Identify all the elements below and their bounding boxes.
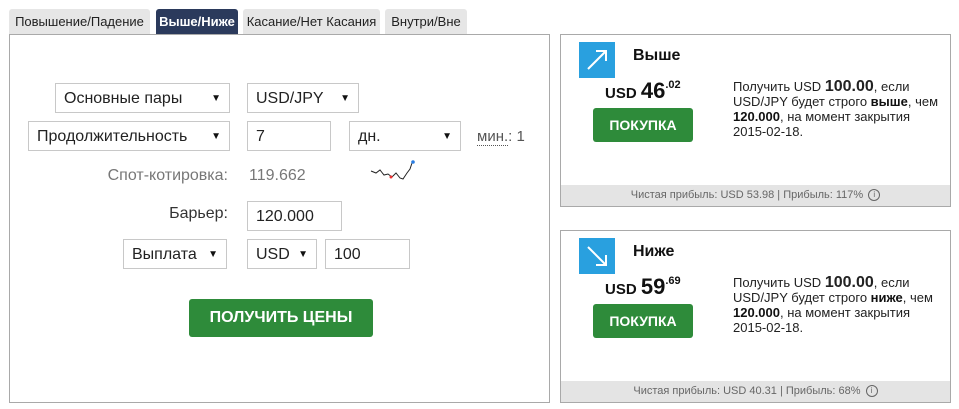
contract-card-higher: Выше USD 46.02 ПОКУПКА Получить USD 100.… — [560, 34, 951, 207]
chevron-down-icon: ▼ — [298, 249, 308, 260]
chevron-down-icon: ▼ — [340, 93, 350, 104]
min-value: 1 — [516, 128, 525, 145]
duration-type-value: Продолжительность — [37, 128, 188, 145]
contract-description: Получить USD 100.00, если USD/JPY будет … — [733, 78, 939, 140]
contract-card-lower: Ниже USD 59.69 ПОКУПКА Получить USD 100.… — [560, 230, 951, 403]
currency-select[interactable]: USD ▼ — [247, 239, 317, 269]
contract-price: USD 46.02 — [605, 78, 681, 104]
desc-text: Получить USD — [733, 79, 825, 94]
desc-direction: выше — [870, 94, 908, 109]
sparkline-icon — [370, 160, 415, 180]
profit-text: Чистая прибыль: USD 40.31 | Прибыль: 68% — [633, 385, 861, 397]
desc-barrier: 120.000 — [733, 109, 780, 124]
desc-direction: ниже — [870, 290, 903, 305]
profit-footer: Чистая прибыль: USD 53.98 | Прибыль: 117… — [561, 185, 950, 206]
amount-input[interactable]: 100 — [325, 239, 410, 269]
contract-price: USD 59.69 — [605, 274, 681, 300]
chevron-down-icon: ▼ — [208, 249, 218, 260]
profit-text: Чистая прибыль: USD 53.98 | Прибыль: 117… — [630, 189, 864, 201]
payout-type-value: Выплата — [132, 246, 197, 263]
barrier-label: Барьер: — [169, 205, 228, 222]
trade-form-panel: Основные пары ▼ USD/JPY ▼ Продолжительно… — [9, 34, 550, 403]
tab-touch-no-touch[interactable]: Касание/Нет Касания — [243, 9, 380, 34]
underlying-select-value: USD/JPY — [256, 90, 324, 107]
currency-value: USD — [256, 246, 290, 263]
payout-type-select[interactable]: Выплата ▼ — [123, 239, 227, 269]
market-select-value: Основные пары — [64, 90, 183, 107]
get-prices-button[interactable]: ПОЛУЧИТЬ ЦЕНЫ — [189, 299, 373, 337]
desc-text: , чем — [902, 290, 933, 305]
info-icon[interactable]: i — [868, 189, 881, 202]
duration-input[interactable]: 7 — [247, 121, 331, 151]
duration-unit-select[interactable]: дн. ▼ — [349, 121, 461, 151]
market-select[interactable]: Основные пары ▼ — [55, 83, 230, 113]
min-label: мин. — [477, 128, 509, 146]
price-dec: .02 — [665, 79, 681, 91]
desc-text: , чем — [907, 94, 939, 109]
desc-text: Получить USD — [733, 275, 825, 290]
duration-type-select[interactable]: Продолжительность ▼ — [28, 121, 230, 151]
chevron-down-icon: ▼ — [211, 93, 221, 104]
contract-description: Получить USD 100.00, если USD/JPY будет … — [733, 274, 938, 336]
price-currency: USD — [605, 85, 637, 102]
underlying-select[interactable]: USD/JPY ▼ — [247, 83, 359, 113]
buy-lower-button[interactable]: ПОКУПКА — [593, 304, 693, 338]
info-icon[interactable]: i — [865, 385, 878, 398]
tab-higher-lower[interactable]: Выше/Ниже — [156, 9, 238, 34]
tab-rise-fall[interactable]: Повышение/Падение — [9, 9, 150, 34]
chevron-down-icon: ▼ — [211, 131, 221, 142]
min-sep: : — [508, 128, 513, 145]
buy-higher-button[interactable]: ПОКУПКА — [593, 108, 693, 142]
price-currency: USD — [605, 281, 637, 298]
contract-title: Ниже — [633, 243, 675, 260]
price-dec: .69 — [665, 275, 681, 287]
price-int: 46 — [640, 78, 666, 103]
min-duration-link[interactable]: мин.: 1 — [477, 128, 525, 146]
duration-unit-value: дн. — [358, 128, 381, 145]
price-int: 59 — [640, 274, 666, 299]
arrow-up-right-icon — [579, 42, 615, 78]
chevron-down-icon: ▼ — [442, 131, 452, 142]
profit-footer: Чистая прибыль: USD 40.31 | Прибыль: 68%… — [561, 381, 950, 402]
desc-amount: 100.00 — [824, 78, 874, 95]
spot-value: 119.662 — [249, 167, 306, 184]
contract-title: Выше — [633, 47, 681, 64]
spot-label: Спот-котировка: — [107, 167, 228, 184]
barrier-input[interactable]: 120.000 — [247, 201, 342, 231]
arrow-down-right-icon — [579, 238, 615, 274]
desc-barrier: 120.000 — [733, 305, 780, 320]
desc-amount: 100.00 — [824, 274, 874, 291]
tab-in-out[interactable]: Внутри/Вне — [385, 9, 467, 34]
